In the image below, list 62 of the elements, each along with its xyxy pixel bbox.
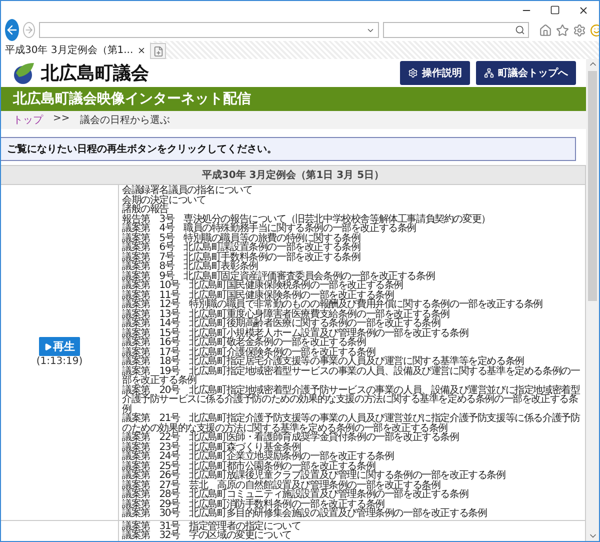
breadcrumb-current: 議会の日程から選ぶ	[80, 114, 170, 127]
agenda-item: 議案第 8号 北広島町表彰条例	[122, 262, 258, 272]
close-icon[interactable]	[578, 5, 589, 16]
agenda-item: 議案第 30号 北広島町多目的研修集会施設の設置及び管理条例の一部を改正する条例	[122, 509, 488, 518]
header-button[interactable]: 町議会トップへ	[476, 61, 576, 85]
agenda-item: 議案第 27号 芸北 高原の自然館設置及び管理条例の一部を改正する条例	[122, 480, 440, 490]
gear-icon	[408, 68, 418, 78]
play-icon	[44, 342, 52, 351]
agenda-item: 議案第 4号 職員の特殊勤務手当に関する条例の一部を改正する条例	[122, 224, 416, 234]
home-icon[interactable]	[539, 24, 552, 36]
agenda-item: 議案第 32号 字の区域の変更について	[122, 531, 292, 540]
agenda-item: 議案第 9号 北広島町固定資産評価審査委員会条例の一部を改正する条例	[122, 272, 436, 281]
agenda-item: 議案第 17号 北広島町介護保険条例の一部を改正する条例	[122, 348, 376, 357]
agenda-item: 議案第 15号 北広島町小規模老人ホーム設置及び管理条例の一部を改正する条例	[122, 328, 470, 338]
close-icon[interactable]	[137, 46, 146, 54]
agenda-item: 議案第 28号 北広島町コミュニティ施設設置及び管理条例の一部を改正する条例	[122, 490, 470, 500]
search-field[interactable]	[383, 22, 529, 38]
duration-text: (1:13:19)	[36, 356, 83, 368]
agenda-item: 議案第 20号 北広島町指定地域密着型介護予防サービスの事業の人員、設備及び運営並びに指定地域密着型介護予防サービスに係る介護予防のための効果的な支援の方法に関する基準を定める条例の一部を改正する条例	[122, 386, 580, 414]
agenda-item: 諸般の報告	[122, 205, 169, 214]
agenda-item: 議案第 19号 北広島町指定地域密着型サービスの事業の人員、設備及び運営に関する基準を定める条例の一部を改正する条例	[122, 366, 581, 386]
agenda-item: 議案第 13号 北広島町重度心身障害者医療費支給条例の一部を改正する条例	[122, 310, 451, 319]
agenda-item: 議案第 11号 北広島町国民健康保険条例の一部を改正する条例	[122, 290, 394, 300]
search-icon[interactable]	[515, 25, 525, 35]
agenda-item: 会期の決定について	[122, 196, 207, 205]
network-icon	[484, 68, 494, 78]
browser-tab[interactable]: 平成30年 3月定例会（第1...	[1, 41, 150, 59]
scrollbar-thumb[interactable]	[588, 71, 597, 301]
agenda-item: 議案第 14号 北広島町後期高齢者医療に関する条例の一部を改正する条例	[122, 319, 440, 328]
agenda-item: 議案第 23号 北広島町森づくり基金条例	[122, 442, 301, 452]
agenda-item: 議案第 25号 北広島町都市公園条例の一部を改正する条例	[122, 462, 376, 471]
forward-arrow-icon	[24, 25, 34, 35]
page-banner: 北広島町議会映像インターネット配信	[1, 87, 586, 111]
breadcrumb-separator: >>	[53, 113, 70, 126]
header-button[interactable]: 操作説明	[400, 61, 470, 85]
agenda-item: 議案第 12号 特別職の職員で非常勤のものの報酬及び費用弁償に関する条例の一部を改正する条例	[122, 300, 544, 310]
agenda-item: 議案第 22号 北広島町医師・看護師育成奨学金貸付条例の一部を改正する条例	[122, 433, 460, 442]
back-button[interactable]	[5, 19, 19, 41]
agenda-item: 議案第 6号 北広島町課設置条例の一部を改正する条例	[122, 243, 362, 252]
agenda-item: 議案第 5号 特別職の職員等の旅費の特例に関する条例	[122, 234, 360, 243]
agenda-item: 議案第 26号 北広島町放課後児童クラブ設置及び管理に関する条例の一部を改正する条例	[122, 471, 506, 480]
agenda-item: 報告第 3号 専決処分の報告について（旧芸北中学校校舎等解体工事請負契約の変更）	[122, 214, 492, 224]
agenda-item: 会議録署名議員の指名について	[122, 186, 254, 196]
agenda-item: 議案第 18号 北広島町指定居宅介護支援等の事業の人員及び運営に関する基準等を定める条例	[122, 357, 524, 366]
play-button[interactable]: 再生	[39, 337, 80, 356]
agenda-item: 議案第 16号 北広島町敬老金条例の一部を改正する条例	[122, 338, 366, 348]
leaf-logo-icon	[13, 61, 35, 85]
agenda-item: 議案第 10号 北広島町国民健康保険税条例の一部を改正する条例	[122, 281, 404, 290]
agenda-item: 議案第 29号 北広島町消防手数料条例の一部を改正する条例	[122, 500, 384, 509]
agenda-item: 議案第 24号 北広島町企業立地奨励条例の一部を改正する条例	[122, 452, 395, 462]
new-page-icon	[152, 46, 164, 56]
site-title: 北広島町議会	[41, 62, 149, 85]
breadcrumb-link[interactable]: トップ	[13, 113, 43, 127]
agenda-item: 議案第 31号 指定管理者の指定について	[122, 522, 302, 531]
session-title: 平成30年 3月定例会（第1日 3月 5日）	[1, 166, 585, 184]
agenda-item: 議案第 21号 北広島町指定介護予防支援等の事業の人員及び運営並びに指定介護予防支援等に係る介護予防のための効果的な支援の方法に関する基準を定める条例の一部を改正する条例	[122, 414, 582, 433]
instruction-notice: ご覧になりたい日程の再生ボタンをクリックしてください。	[1, 137, 576, 161]
star-icon[interactable]	[556, 24, 569, 36]
maximize-icon[interactable]	[550, 5, 560, 15]
agenda-item: 議案第 7号 北広島町手数料条例の一部を改正する条例	[122, 252, 362, 262]
address-field[interactable]	[39, 22, 379, 38]
settings-icon[interactable]	[573, 24, 586, 36]
